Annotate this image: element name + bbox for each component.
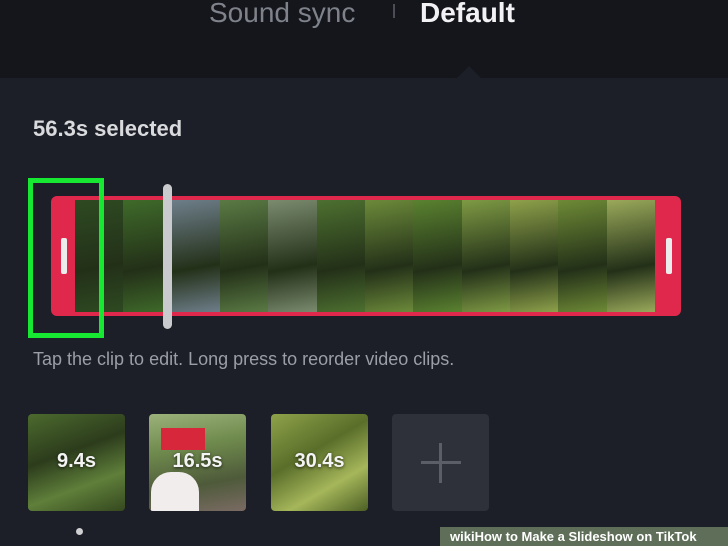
clip-thumbnail-2[interactable]: 16.5s (149, 414, 246, 511)
watermark-title: How to Make a Slideshow on TikTok (474, 529, 697, 544)
timeline-frame (219, 200, 269, 312)
timeline-frame (413, 200, 462, 312)
trim-handle-right[interactable] (657, 196, 681, 316)
timeline-frame (461, 200, 510, 312)
timeline-frame (558, 200, 607, 312)
sign-graphic (161, 428, 205, 450)
clip-duration: 16.5s (172, 450, 223, 472)
clip-thumbnail-3[interactable]: 30.4s (271, 414, 368, 511)
plus-icon-vertical (439, 443, 442, 483)
playhead[interactable] (163, 184, 172, 329)
tutorial-highlight-box (28, 178, 104, 338)
timeline-frame (606, 200, 655, 312)
tab-default[interactable]: Default (420, 0, 515, 30)
timeline-frame (171, 200, 220, 312)
tab-bar: Sound sync Default (0, 0, 728, 79)
timeline-frame (268, 200, 317, 312)
grip-icon (666, 238, 672, 274)
tab-sound-sync[interactable]: Sound sync (209, 0, 355, 30)
timeline-frame (509, 200, 559, 312)
selection-duration: 56.3s selected (33, 116, 183, 141)
tab-divider (393, 4, 395, 18)
clip-timeline[interactable] (51, 196, 681, 316)
watermark-brand: wiki (450, 529, 475, 544)
timeline-frame (316, 200, 365, 312)
timeline-hint: Tap the clip to edit. Long press to reor… (33, 349, 455, 369)
page-indicator-dot (76, 528, 83, 535)
timeline-frames[interactable] (75, 200, 655, 312)
clip-duration: 30.4s (294, 450, 345, 472)
add-clip-button[interactable] (392, 414, 489, 511)
umbrella-graphic (151, 472, 199, 511)
watermark-banner: wikiHow to Make a Slideshow on TikTok (440, 527, 728, 546)
timeline-frame (364, 200, 414, 312)
clip-duration: 9.4s (57, 450, 96, 472)
clip-thumbnail-1[interactable]: 9.4s (28, 414, 125, 511)
active-tab-pointer (456, 66, 482, 79)
